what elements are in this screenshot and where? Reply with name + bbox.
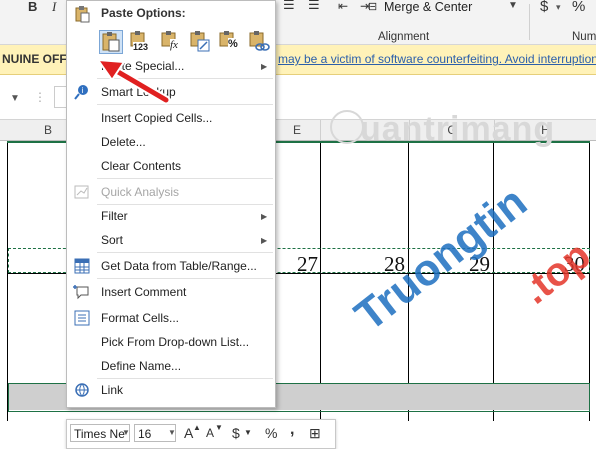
chevron-down-icon[interactable]: ▼ [508,0,518,11]
divider [97,278,273,279]
decrease-indent-icon[interactable]: ⇤ [338,0,348,13]
lightbulb-logo-icon [330,110,364,144]
menu-item-format-cells[interactable]: Format Cells... [101,311,179,325]
grid-line [320,141,321,421]
bold-button[interactable]: B [28,0,37,14]
mini-toolbar: Times Ne ▼ 16 ▼ A ▲ A ▼ $ ▼ % , ⊞ [66,419,336,449]
chevron-down-icon[interactable]: ▼ [10,93,20,104]
menu-item-pick-from-list[interactable]: Pick From Drop-down List... [101,335,249,349]
link-icon [75,383,89,397]
submenu-arrow-icon: ▶ [261,236,268,245]
divider [97,378,273,379]
menu-item-link[interactable]: Link [101,383,123,397]
percent-button[interactable]: % [265,425,277,441]
more-icon[interactable]: ⋮ [34,90,46,104]
table-icon [74,258,90,274]
watermark-quantrimang: uantrimang [360,110,556,148]
borders-icon[interactable]: ⊞ [309,425,321,442]
align-left-icon[interactable]: ☰ [283,0,295,13]
menu-item-clear-contents[interactable]: Clear Contents [101,159,181,173]
currency-button[interactable]: $ [540,0,548,15]
grid-line [7,141,8,421]
grid-line [589,141,590,421]
merge-icon[interactable]: ⊟ [368,0,377,13]
svg-text:i: i [82,86,84,95]
comma-style-button[interactable]: , [290,421,294,439]
warning-link[interactable]: may be a victim of software counterfeiti… [278,52,596,66]
divider [97,178,273,179]
paste-formatting-label: % [228,38,238,50]
alignment-group-label: Alignment [378,31,430,43]
column-header-e[interactable]: E [274,120,321,141]
cell-value[interactable]: 27 [297,252,318,277]
insert-comment-icon [73,285,89,300]
submenu-arrow-icon: ▶ [261,212,268,221]
align-center-icon[interactable]: ☰ [308,0,320,13]
menu-item-insert-comment[interactable]: Insert Comment [101,285,186,299]
divider [97,204,273,205]
transpose-icon[interactable] [188,30,212,54]
chevron-down-icon[interactable]: ▾ [556,2,561,13]
chevron-down-icon[interactable]: ▼ [244,428,252,437]
menu-item-insert-copied-cells[interactable]: Insert Copied Cells... [101,111,212,125]
clipboard-icon [75,6,90,23]
divider [529,4,530,40]
chevron-down-icon[interactable]: ▼ [168,428,176,437]
paste-options-label: Paste Options: [101,6,186,20]
menu-item-sort[interactable]: Sort [101,233,123,247]
annotation-arrow-icon [95,58,171,105]
shrink-font-button[interactable]: A [206,426,214,440]
shrink-arrow-icon: ▼ [215,423,223,432]
menu-item-delete[interactable]: Delete... [101,135,146,149]
menu-item-filter[interactable]: Filter [101,209,128,223]
currency-button[interactable]: $ [232,425,240,441]
merge-center-button[interactable]: Merge & Center [384,0,472,14]
quick-analysis-icon [74,185,89,199]
divider [97,252,273,253]
number-group-label: Num [572,31,596,43]
menu-item-get-data[interactable]: Get Data from Table/Range... [101,259,257,273]
format-cells-icon [74,310,90,326]
chevron-down-icon[interactable]: ▼ [122,428,130,437]
menu-item-define-name[interactable]: Define Name... [101,359,181,373]
grow-arrow-icon: ▲ [193,423,201,432]
paste-link-icon[interactable] [247,30,271,54]
italic-button[interactable]: I [52,0,56,15]
submenu-arrow-icon: ▶ [261,62,268,71]
percent-button[interactable]: % [572,0,585,15]
paste-formatting-icon[interactable]: % [217,30,241,54]
grid-line [493,141,494,421]
grow-font-button[interactable]: A [184,425,193,441]
font-name-select[interactable]: Times Ne [70,424,130,442]
menu-item-quick-analysis: Quick Analysis [101,185,180,199]
